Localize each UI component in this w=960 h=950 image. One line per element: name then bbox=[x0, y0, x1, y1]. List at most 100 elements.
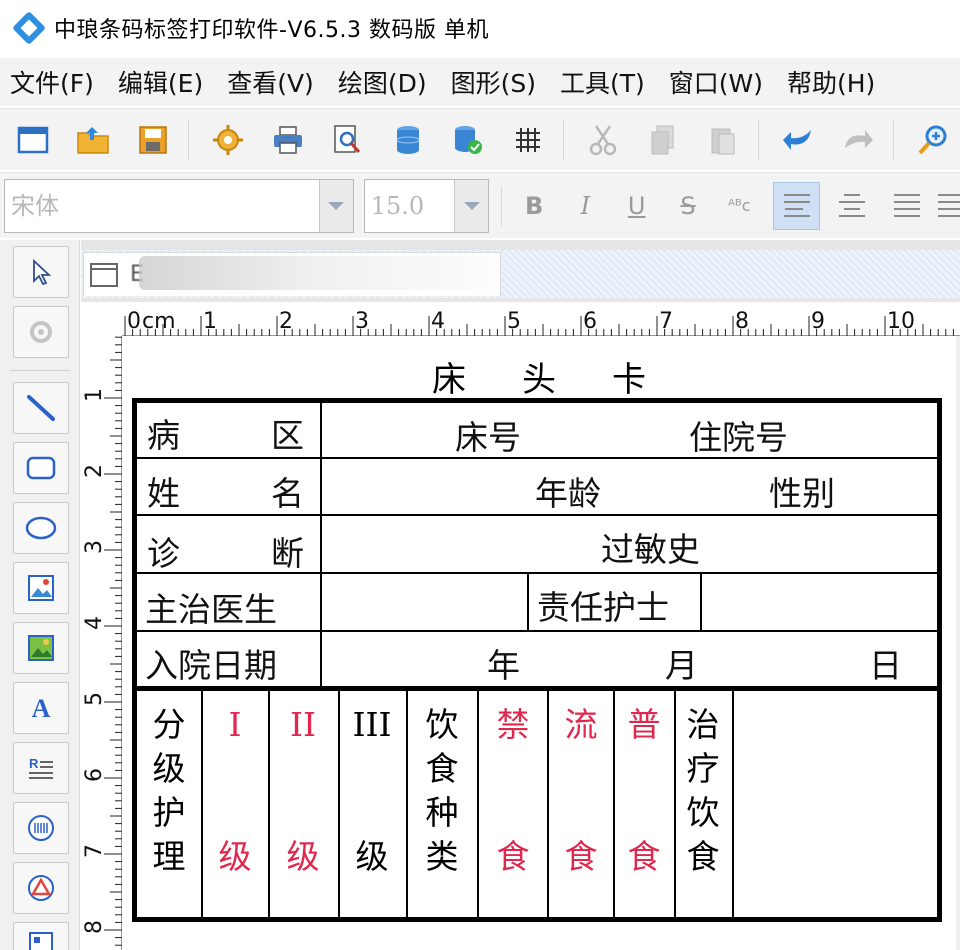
ruler-unit: cm bbox=[142, 309, 176, 334]
underline-button[interactable]: U bbox=[617, 186, 656, 226]
align-left-icon[interactable] bbox=[772, 181, 821, 230]
ruler-label: 8 bbox=[82, 920, 107, 934]
menu-file[interactable]: 文件(F) bbox=[10, 64, 94, 100]
paste-icon[interactable] bbox=[702, 119, 744, 161]
col-level-2: II bbox=[289, 705, 317, 744]
toolbar-separator bbox=[893, 119, 894, 160]
cut-icon[interactable] bbox=[582, 119, 624, 161]
ruler-label: 6 bbox=[583, 309, 597, 334]
label-admission-date: 入院日期 bbox=[145, 646, 277, 685]
app-logo-icon bbox=[12, 11, 46, 45]
align-right-icon[interactable] bbox=[883, 182, 930, 230]
rotate-icon[interactable] bbox=[13, 306, 69, 358]
label-ward-2: 区 bbox=[271, 416, 304, 455]
tool-palette: A R bbox=[0, 240, 80, 950]
col-liquid-diet-suffix: 食 bbox=[564, 837, 598, 876]
text-tool-icon[interactable]: A bbox=[13, 682, 69, 734]
menu-draw[interactable]: 绘图(D) bbox=[338, 64, 427, 100]
ruler-label: 10 bbox=[887, 309, 915, 334]
select-pointer-icon[interactable] bbox=[13, 246, 69, 298]
menu-window[interactable]: 窗口(W) bbox=[669, 64, 763, 100]
label-admission-no: 住院号 bbox=[689, 418, 788, 457]
settings-icon[interactable] bbox=[207, 119, 249, 161]
bold-button[interactable]: B bbox=[514, 186, 553, 226]
label-diagnosis-1: 诊 bbox=[147, 534, 180, 573]
new-icon[interactable] bbox=[12, 119, 54, 161]
toolbar-separator bbox=[501, 185, 503, 226]
col-regular-diet-suffix: 食 bbox=[627, 837, 661, 876]
strikethrough-button[interactable]: S bbox=[668, 186, 707, 226]
label-bed-no: 床号 bbox=[455, 418, 521, 457]
ruler-label: 1 bbox=[203, 309, 217, 334]
picture-tool-icon[interactable] bbox=[13, 622, 69, 674]
blurred-tab-title bbox=[139, 256, 499, 290]
card-title[interactable]: 床头卡 bbox=[122, 352, 956, 401]
menu-tools[interactable]: 工具(T) bbox=[560, 64, 645, 100]
line-tool-icon[interactable] bbox=[13, 382, 69, 434]
label-attending-doctor: 主治医生 bbox=[145, 590, 277, 629]
italic-button[interactable]: I bbox=[566, 186, 605, 226]
database-icon[interactable] bbox=[387, 119, 429, 161]
align-center-icon[interactable] bbox=[828, 182, 875, 230]
document-area: E 0 1 2 3 4 5 6 7 8 9 10 cm 1 2 3 4 5 6 7 8 床头卡 bbox=[81, 240, 960, 950]
font-family-select[interactable]: 宋体 bbox=[4, 178, 354, 233]
align-justify-icon[interactable] bbox=[938, 182, 960, 230]
svg-text:A: A bbox=[32, 694, 51, 723]
bedside-card-table[interactable]: 病 区 床号 住院号 姓 名 年龄 性别 诊 断 过敏史 主治医生 责任护士 入… bbox=[132, 398, 942, 922]
font-size-select[interactable]: 15.0 bbox=[363, 178, 490, 233]
toolbar-separator bbox=[758, 119, 759, 160]
database-connect-icon[interactable] bbox=[447, 119, 489, 161]
col-level-1: I bbox=[228, 705, 242, 744]
menu-shape[interactable]: 图形(S) bbox=[451, 64, 536, 100]
ruler-label: 3 bbox=[82, 540, 107, 554]
ruler-label: 9 bbox=[811, 309, 825, 334]
ellipse-tool-icon[interactable] bbox=[13, 502, 69, 554]
design-canvas[interactable]: 床头卡 病 区 床号 住院号 姓 名 年龄 性别 诊 断 过敏史 主治医生 责任… bbox=[122, 336, 960, 950]
grid-icon[interactable] bbox=[507, 119, 549, 161]
print-icon[interactable] bbox=[267, 119, 309, 161]
save-icon[interactable] bbox=[132, 119, 174, 161]
menu-edit[interactable]: 编辑(E) bbox=[118, 64, 203, 100]
main-toolbar bbox=[0, 108, 960, 170]
rectangle-tool-icon[interactable] bbox=[13, 442, 69, 494]
undo-icon[interactable] bbox=[777, 119, 819, 161]
toolbar-separator bbox=[188, 119, 189, 160]
ruler-label: 0 bbox=[127, 309, 141, 334]
svg-text:R: R bbox=[29, 756, 39, 771]
shape-tool-icon[interactable] bbox=[13, 862, 69, 914]
chevron-down-icon[interactable] bbox=[318, 179, 353, 232]
text-effect-button[interactable]: ᴬᴮc bbox=[720, 186, 759, 226]
open-icon[interactable] bbox=[72, 119, 114, 161]
label-responsible-nurse: 责任护士 bbox=[537, 588, 669, 627]
label-age: 年龄 bbox=[535, 474, 601, 513]
ruler-label: 1 bbox=[82, 388, 107, 402]
redo-icon[interactable] bbox=[837, 119, 879, 161]
print-preview-icon[interactable] bbox=[327, 119, 369, 161]
col-level-2-suffix: 级 bbox=[286, 837, 320, 876]
menu-help[interactable]: 帮助(H) bbox=[787, 64, 875, 100]
col-therapeutic-diet: 治疗饮食 bbox=[686, 705, 720, 876]
font-family-value: 宋体 bbox=[11, 191, 59, 220]
rich-text-tool-icon[interactable]: R bbox=[13, 742, 69, 794]
label-name-2: 名 bbox=[271, 474, 304, 513]
toolbar-separator bbox=[563, 119, 564, 160]
ruler-label: 4 bbox=[82, 616, 107, 630]
col-liquid-diet: 流 bbox=[564, 705, 598, 744]
image-tool-icon[interactable] bbox=[13, 562, 69, 614]
copy-icon[interactable] bbox=[642, 119, 684, 161]
zoom-in-icon[interactable] bbox=[912, 119, 954, 161]
ruler-label: 6 bbox=[82, 768, 107, 782]
barcode-tool-icon[interactable] bbox=[13, 802, 69, 854]
col-diet-type: 饮食种类 bbox=[425, 705, 459, 876]
col-regular-diet: 普 bbox=[627, 705, 661, 744]
menu-view[interactable]: 查看(V) bbox=[227, 64, 314, 100]
qrcode-tool-icon[interactable] bbox=[13, 922, 69, 950]
col-fasting: 禁 bbox=[496, 705, 530, 744]
chevron-down-icon[interactable] bbox=[454, 179, 489, 232]
label-ward-1: 病 bbox=[147, 416, 180, 455]
ruler-label: 2 bbox=[82, 464, 107, 478]
vertical-ruler: 1 2 3 4 5 6 7 8 bbox=[81, 336, 122, 950]
label-paper[interactable]: 床头卡 病 区 床号 住院号 姓 名 年龄 性别 诊 断 过敏史 主治医生 责任… bbox=[122, 336, 956, 950]
label-day: 日 bbox=[869, 646, 902, 685]
col-level-3: III bbox=[352, 705, 392, 744]
